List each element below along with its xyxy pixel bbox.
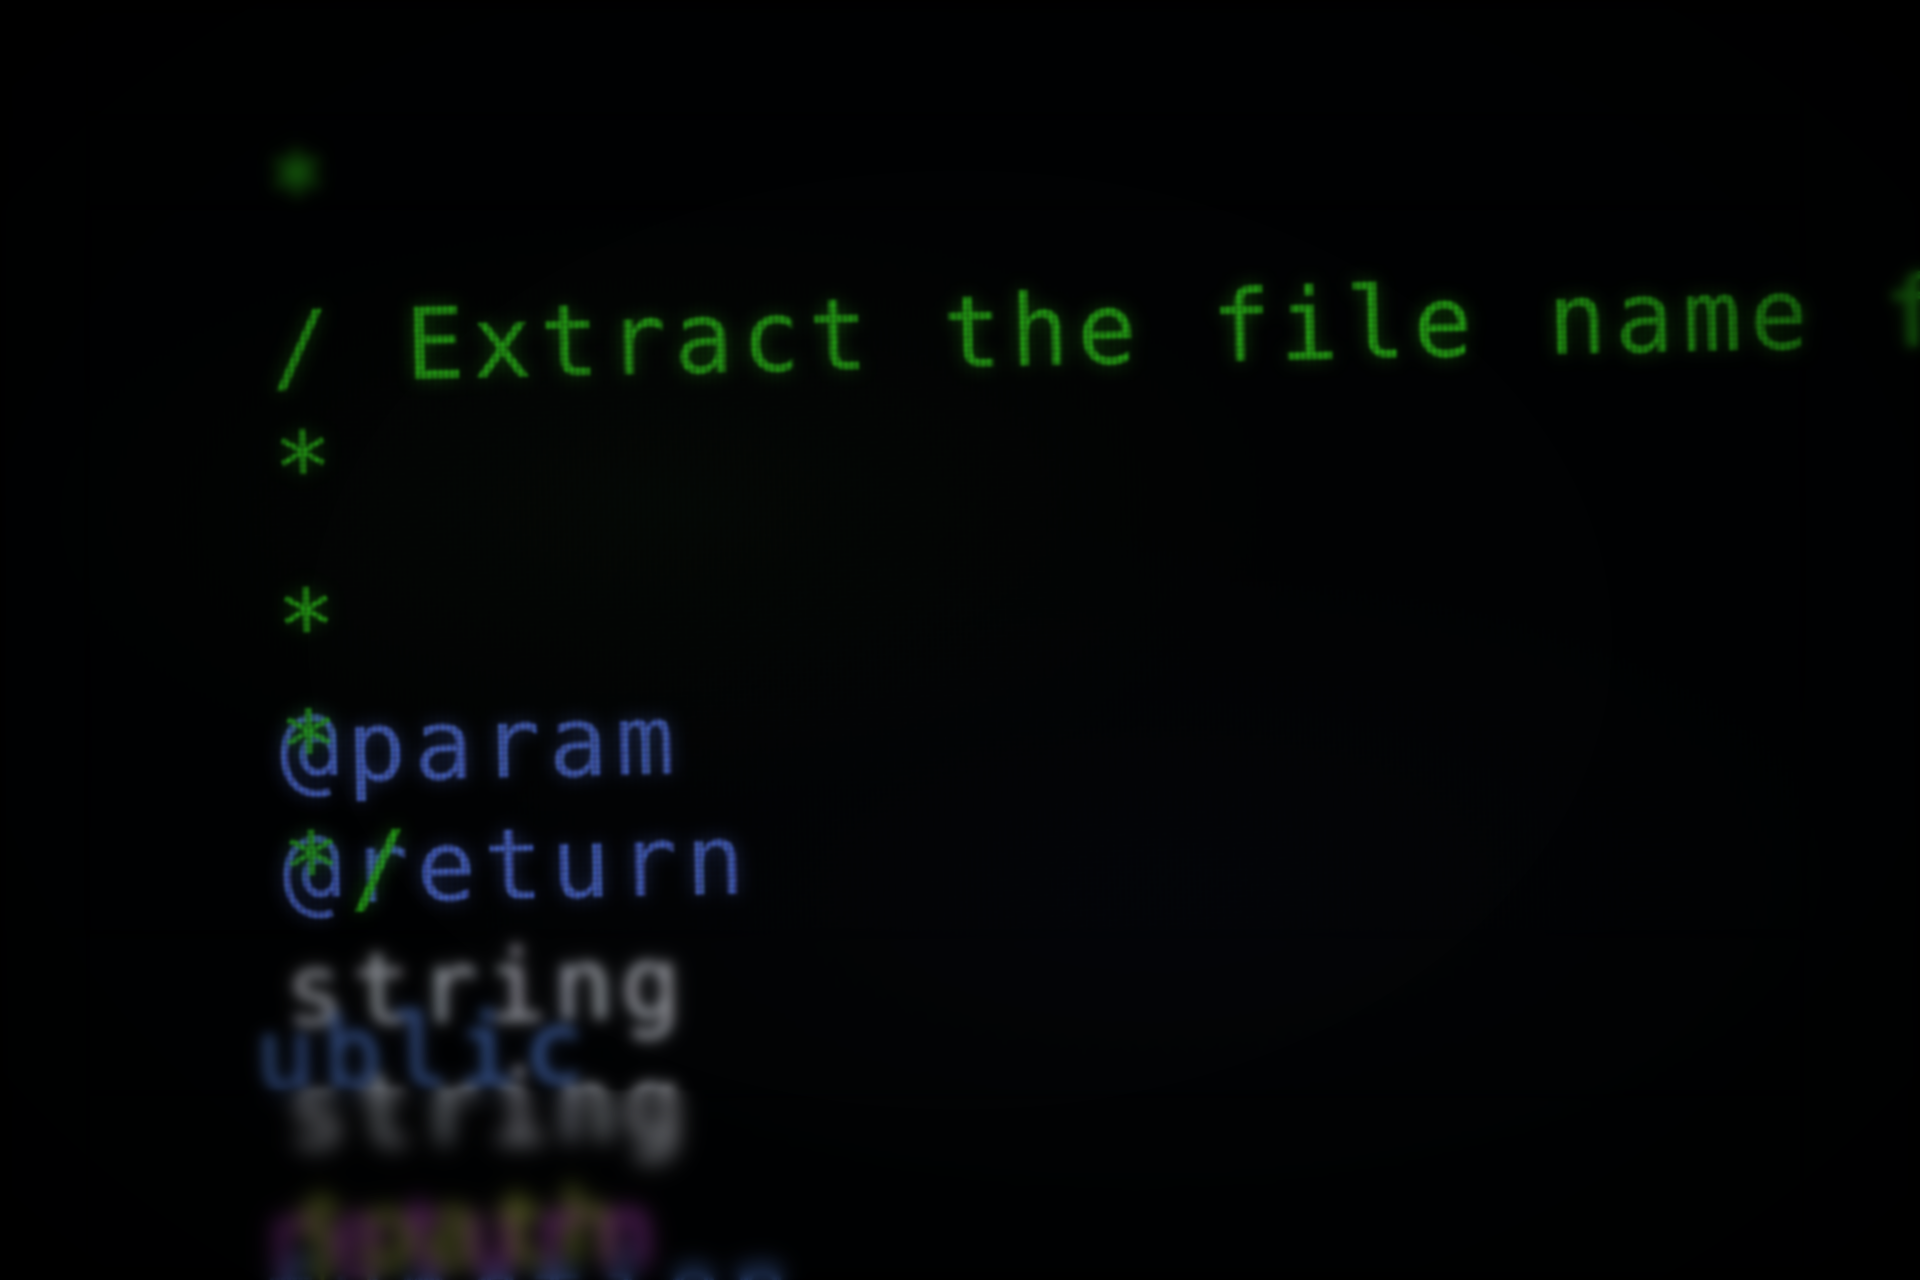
monitor-screen: * / Extract the file name from a fil * *… bbox=[0, 0, 1920, 1280]
code-editor-content: * / Extract the file name from a fil * *… bbox=[0, 0, 1920, 1280]
token-keyword-return: return bbox=[258, 1173, 664, 1280]
screenshot-stage: * / Extract the file name from a fil * *… bbox=[0, 0, 1920, 1280]
